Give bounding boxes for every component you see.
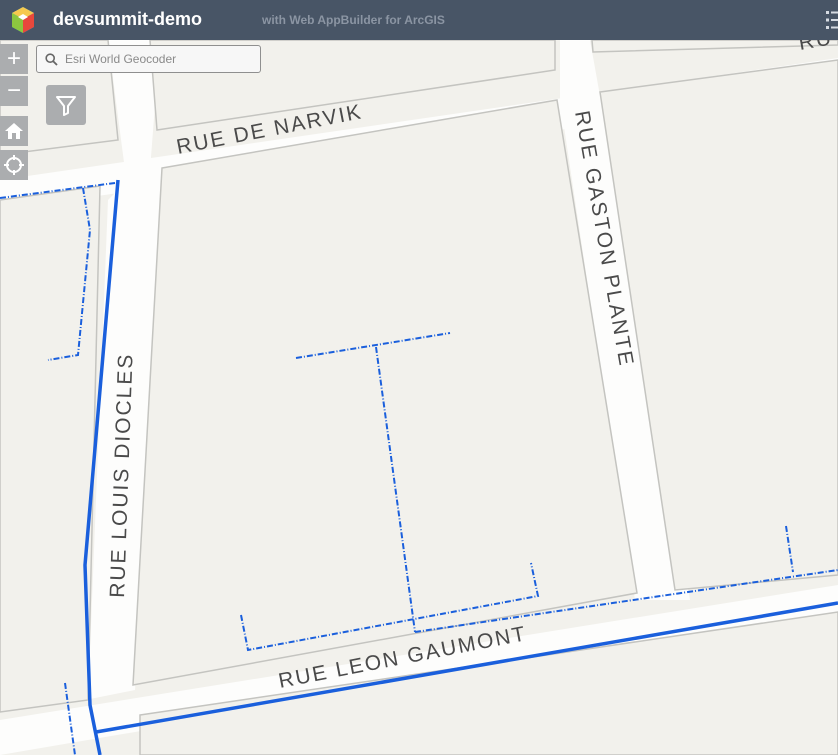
search-icon <box>45 53 58 66</box>
app-subtitle: with Web AppBuilder for ArcGIS <box>262 13 445 27</box>
zoom-out-button[interactable]: − <box>0 76 28 106</box>
search-box[interactable] <box>36 45 261 73</box>
home-button[interactable] <box>0 116 28 146</box>
map-canvas[interactable]: RUE DE NARVIK RUE GASTON PLANTE RUE LOUI… <box>0 0 838 755</box>
zoom-in-button[interactable]: + <box>0 44 28 74</box>
locate-button[interactable] <box>0 150 28 180</box>
app-header: devsummit-demo with Web AppBuilder for A… <box>0 0 838 40</box>
home-icon <box>5 123 23 139</box>
locate-icon <box>4 155 24 175</box>
filter-button[interactable] <box>46 85 86 125</box>
app-title: devsummit-demo <box>53 9 203 29</box>
app-logo-icon <box>12 7 34 33</box>
filter-icon <box>56 96 76 116</box>
search-input[interactable] <box>65 50 255 68</box>
widget-menu-icon[interactable] <box>824 8 838 32</box>
